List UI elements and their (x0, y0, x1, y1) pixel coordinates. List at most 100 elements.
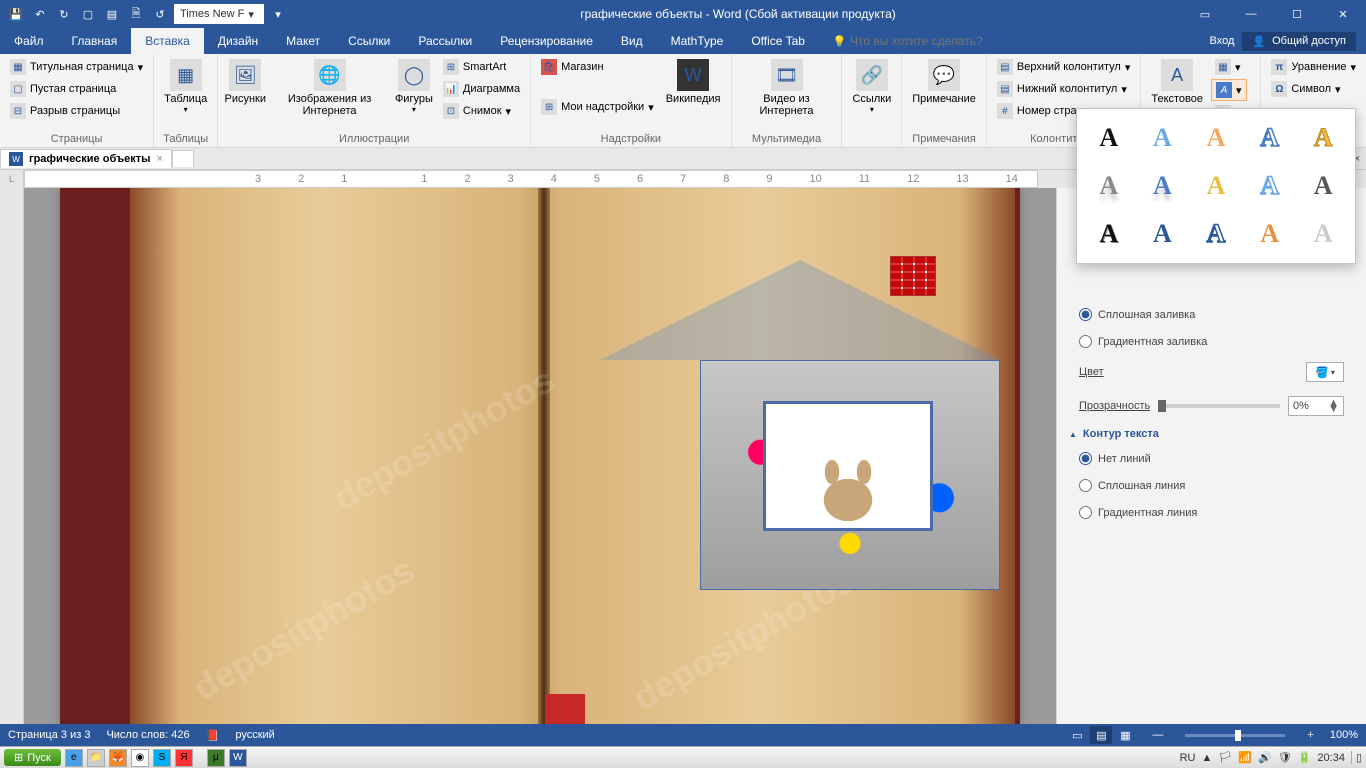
read-mode-icon[interactable]: ▭ (1066, 726, 1088, 744)
wordart-style-11[interactable]: А (1087, 215, 1131, 253)
taskbar-word-icon[interactable]: W (229, 749, 247, 767)
doc-tab-active[interactable]: W графические объекты × (0, 149, 172, 168)
wordart-style-2[interactable]: А (1141, 119, 1185, 157)
page-info[interactable]: Страница 3 из 3 (8, 729, 90, 741)
my-addins-button[interactable]: ⊞Мои надстройки ▾ (537, 97, 658, 117)
minimize-icon[interactable]: — (1228, 0, 1274, 28)
tab-insert[interactable]: Вставка (131, 28, 204, 54)
house-drawing[interactable] (600, 260, 1000, 360)
wordart-style-10[interactable]: А (1301, 167, 1345, 205)
web-layout-icon[interactable]: ▦ (1114, 726, 1136, 744)
outline-section-header[interactable]: ▲ Контур текста (1069, 428, 1354, 440)
open-icon[interactable]: ▤ (102, 4, 122, 24)
tray-network-icon[interactable]: 📶 (1238, 751, 1252, 764)
signin-link[interactable]: Вход (1210, 35, 1235, 47)
tray-up-icon[interactable]: ▲ (1201, 752, 1212, 764)
links-button[interactable]: 🔗Ссылки▾ (848, 57, 895, 116)
online-pictures-button[interactable]: 🌐Изображения из Интернета (270, 57, 389, 119)
share-button[interactable]: 👤 Общий доступ (1242, 32, 1356, 51)
repeat-icon[interactable]: ↻ (54, 4, 74, 24)
save-icon[interactable]: 💾 (6, 4, 26, 24)
wordart-style-1[interactable]: А (1087, 119, 1131, 157)
shapes-button[interactable]: ◯Фигуры▾ (393, 57, 435, 116)
zoom-slider-thumb[interactable] (1235, 730, 1241, 741)
solid-fill-radio[interactable]: Сплошная заливка (1069, 306, 1354, 323)
document-viewport[interactable]: depositphotos depositphotos depositphoto… (24, 188, 1056, 724)
tray-clock[interactable]: 20:34 (1317, 752, 1345, 764)
store-button[interactable]: 🛍Магазин (537, 57, 658, 77)
tell-me[interactable]: 💡 (819, 28, 1044, 54)
wordart-style-3[interactable]: А (1194, 119, 1238, 157)
tab-officetab[interactable]: Office Tab (737, 28, 819, 54)
tab-home[interactable]: Главная (58, 28, 132, 54)
tray-battery-icon[interactable]: 🔋 (1298, 751, 1312, 764)
qat-more-icon[interactable]: ▾ (268, 4, 288, 24)
wordart-style-5[interactable]: А (1301, 119, 1345, 157)
horizontal-ruler[interactable]: 3211234567891011121314151617 (24, 170, 1038, 188)
transparency-spinner[interactable]: 0% ▲▼ (1288, 396, 1344, 416)
table-button[interactable]: ▦Таблица▾ (160, 57, 211, 116)
slider-thumb[interactable] (1158, 400, 1166, 412)
doc-tab-close-icon[interactable]: × (157, 153, 163, 165)
comment-button[interactable]: 💬Примечание (908, 57, 980, 107)
font-picker[interactable]: Times New F ▾ (174, 4, 264, 24)
tab-mathtype[interactable]: MathType (657, 28, 738, 54)
online-video-button[interactable]: 🎞Видео из Интернета (738, 57, 836, 119)
wordart-style-15[interactable]: А (1301, 215, 1345, 253)
wordart-style-6[interactable]: А (1087, 167, 1131, 205)
wordart-style-12[interactable]: А (1141, 215, 1185, 253)
new-doc-icon[interactable]: ▢ (78, 4, 98, 24)
tab-file[interactable]: Файл (0, 28, 58, 54)
wordart-style-7[interactable]: А (1141, 167, 1185, 205)
wordart-style-8[interactable]: А (1194, 167, 1238, 205)
tray-lang[interactable]: RU (1180, 752, 1196, 764)
taskbar-yandex-icon[interactable]: Я (175, 749, 193, 767)
taskbar-firefox-icon[interactable]: 🦊 (109, 749, 127, 767)
doc-tab-new[interactable] (172, 150, 194, 167)
smartart-button[interactable]: ⊞SmartArt (439, 57, 524, 77)
screenshot-button[interactable]: ⊡Снимок ▾ (439, 101, 524, 121)
wordart-style-14[interactable]: А (1248, 215, 1292, 253)
undo-icon[interactable]: ↶ (30, 4, 50, 24)
zoom-slider[interactable] (1185, 734, 1285, 737)
gradient-line-radio[interactable]: Градиентная линия (1069, 504, 1354, 521)
tray-volume-icon[interactable]: 🔊 (1258, 751, 1272, 764)
wordart-style-9[interactable]: А (1248, 167, 1292, 205)
tray-shield-icon[interactable]: 🛡 (1278, 751, 1292, 764)
radio-no-line[interactable] (1079, 452, 1092, 465)
word-count[interactable]: Число слов: 426 (106, 729, 189, 741)
symbol-button[interactable]: ΩСимвол ▾ (1267, 79, 1360, 99)
show-desktop-button[interactable]: ▯ (1351, 751, 1362, 764)
solid-line-radio[interactable]: Сплошная линия (1069, 477, 1354, 494)
textbox-button[interactable]: AТекстовое (1147, 57, 1207, 107)
spell-check-icon[interactable]: 📕 (206, 729, 220, 742)
color-picker-button[interactable]: 🪣▾ (1306, 362, 1344, 382)
print-layout-icon[interactable]: ▤ (1090, 726, 1112, 744)
wikipedia-button[interactable]: WВикипедия (662, 57, 725, 107)
taskbar-ie-icon[interactable]: e (65, 749, 83, 767)
spinner-down-icon[interactable]: ▼ (1328, 406, 1339, 412)
pictures-button[interactable]: 🖼Рисунки (224, 57, 266, 107)
cover-page-button[interactable]: ▦Титульная страница ▾ (6, 57, 147, 77)
taskbar-chrome-icon[interactable]: ◉ (131, 749, 149, 767)
no-line-radio[interactable]: Нет линий (1069, 450, 1354, 467)
equation-button[interactable]: πУравнение ▾ (1267, 57, 1360, 77)
tab-review[interactable]: Рецензирование (486, 28, 607, 54)
vertical-ruler[interactable] (0, 188, 24, 724)
transparency-slider[interactable] (1158, 404, 1280, 408)
tray-flag-icon[interactable]: 🏳 (1218, 751, 1232, 764)
tell-me-input[interactable] (850, 34, 1030, 48)
close-icon[interactable]: ✕ (1320, 0, 1366, 28)
radio-gradient-fill[interactable] (1079, 335, 1092, 348)
quick-parts-button[interactable]: ▦▾ (1211, 57, 1247, 77)
tab-layout[interactable]: Макет (272, 28, 334, 54)
blank-page-button[interactable]: ▢Пустая страница (6, 79, 147, 99)
footer-button[interactable]: ▤Нижний колонтитул ▾ (993, 79, 1134, 99)
redo-icon[interactable]: ↺ (150, 4, 170, 24)
tab-references[interactable]: Ссылки (334, 28, 404, 54)
page-break-button[interactable]: ⊟Разрыв страницы (6, 101, 147, 121)
zoom-level[interactable]: 100% (1330, 729, 1358, 741)
taskbar-explorer-icon[interactable]: 📁 (87, 749, 105, 767)
wordart-style-13[interactable]: А (1194, 215, 1238, 253)
header-button[interactable]: ▤Верхний колонтитул ▾ (993, 57, 1134, 77)
